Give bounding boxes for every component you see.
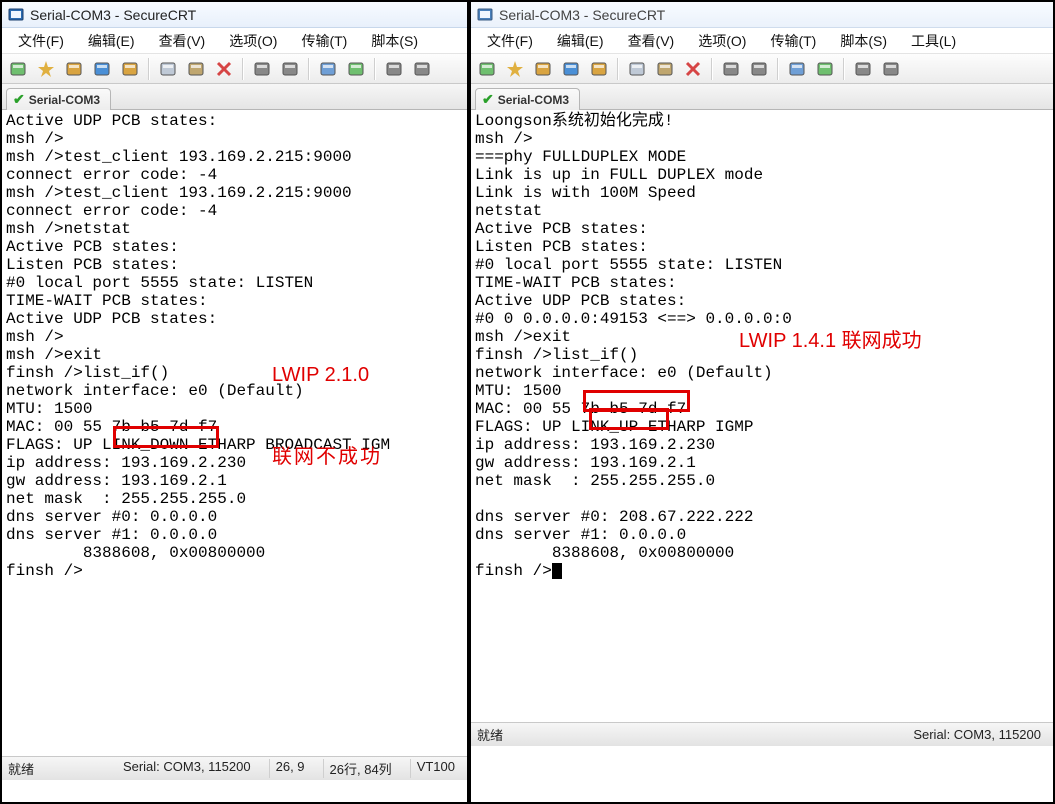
- tb-props-button[interactable]: [382, 57, 406, 81]
- status-cursor: 26, 9: [269, 759, 311, 778]
- tb-quick-button[interactable]: [34, 57, 58, 81]
- tb-paste-button[interactable]: [653, 57, 677, 81]
- tb-stop-button[interactable]: [212, 57, 236, 81]
- toolbar: [471, 54, 1053, 84]
- tb-props-button[interactable]: [851, 57, 875, 81]
- status-size: 26行, 84列: [323, 759, 398, 778]
- menu-tools[interactable]: 工具(L): [901, 29, 966, 53]
- tb-copy-button[interactable]: [625, 57, 649, 81]
- tb-props-button[interactable]: [250, 57, 274, 81]
- status-serial: Serial: COM3, 115200: [907, 727, 1047, 742]
- connected-check-icon: ✔: [13, 91, 25, 108]
- tb-open-button[interactable]: [62, 57, 86, 81]
- menu-file[interactable]: 文件(F): [8, 29, 74, 53]
- tab-serial[interactable]: ✔ Serial-COM3: [6, 88, 111, 110]
- tb-find-button[interactable]: [316, 57, 340, 81]
- tab-label: Serial-COM3: [498, 93, 569, 107]
- menubar: 文件(F) 编辑(E) 查看(V) 选项(O) 传输(T) 脚本(S) 工具(L…: [471, 28, 1053, 54]
- tb-props-button[interactable]: [719, 57, 743, 81]
- titlebar[interactable]: Serial-COM3 - SecureCRT: [2, 2, 467, 28]
- tb-find-button[interactable]: [785, 57, 809, 81]
- tb-paste-button[interactable]: [184, 57, 208, 81]
- tb-print-button[interactable]: [747, 57, 771, 81]
- menu-script[interactable]: 脚本(S): [830, 29, 897, 53]
- tab-label: Serial-COM3: [29, 93, 100, 107]
- status-ready: 就绪: [477, 725, 503, 744]
- window-left: Serial-COM3 - SecureCRT 文件(F) 编辑(E) 查看(V…: [0, 0, 469, 804]
- app-icon: [8, 7, 24, 23]
- titlebar[interactable]: Serial-COM3 - SecureCRT: [471, 2, 1053, 28]
- window-title: Serial-COM3 - SecureCRT: [30, 7, 196, 23]
- window-title: Serial-COM3 - SecureCRT: [499, 7, 665, 23]
- status-emu: VT100: [410, 759, 461, 778]
- status-serial: Serial: COM3, 115200: [117, 759, 257, 778]
- menu-file[interactable]: 文件(F): [477, 29, 543, 53]
- tb-print-button[interactable]: [278, 57, 302, 81]
- app-icon: [477, 7, 493, 23]
- menu-edit[interactable]: 编辑(E): [78, 29, 145, 53]
- menu-script[interactable]: 脚本(S): [361, 29, 428, 53]
- tabstrip: ✔ Serial-COM3: [2, 84, 467, 110]
- tb-props-button[interactable]: [879, 57, 903, 81]
- menu-options[interactable]: 选项(O): [688, 29, 756, 53]
- tb-reconnect-button[interactable]: [118, 57, 142, 81]
- tb-send-button[interactable]: [344, 57, 368, 81]
- menubar: 文件(F) 编辑(E) 查看(V) 选项(O) 传输(T) 脚本(S): [2, 28, 467, 54]
- window-right: Serial-COM3 - SecureCRT 文件(F) 编辑(E) 查看(V…: [469, 0, 1055, 804]
- terminal-output[interactable]: Active UDP PCB states: msh /> msh />test…: [2, 110, 467, 756]
- statusbar: 就绪 Serial: COM3, 115200: [471, 722, 1053, 746]
- tb-open-button[interactable]: [531, 57, 555, 81]
- tb-save-button[interactable]: [559, 57, 583, 81]
- tab-serial[interactable]: ✔ Serial-COM3: [475, 88, 580, 110]
- menu-view[interactable]: 查看(V): [618, 29, 685, 53]
- menu-transfer[interactable]: 传输(T): [291, 29, 357, 53]
- menu-edit[interactable]: 编辑(E): [547, 29, 614, 53]
- tb-send-button[interactable]: [813, 57, 837, 81]
- tb-new-button[interactable]: [6, 57, 30, 81]
- tb-stop-button[interactable]: [681, 57, 705, 81]
- status-ready: 就绪: [8, 759, 34, 778]
- tb-quick-button[interactable]: [503, 57, 527, 81]
- tb-props-button[interactable]: [410, 57, 434, 81]
- menu-view[interactable]: 查看(V): [149, 29, 216, 53]
- toolbar: [2, 54, 467, 84]
- statusbar: 就绪 Serial: COM3, 115200 26, 9 26行, 84列 V…: [2, 756, 467, 780]
- tb-save-button[interactable]: [90, 57, 114, 81]
- menu-transfer[interactable]: 传输(T): [760, 29, 826, 53]
- tabstrip: ✔ Serial-COM3: [471, 84, 1053, 110]
- tb-reconnect-button[interactable]: [587, 57, 611, 81]
- tb-new-button[interactable]: [475, 57, 499, 81]
- menu-options[interactable]: 选项(O): [219, 29, 287, 53]
- terminal-output[interactable]: Loongson系统初始化完成! msh /> ===phy FULLDUPLE…: [471, 110, 1053, 722]
- connected-check-icon: ✔: [482, 91, 494, 108]
- tb-copy-button[interactable]: [156, 57, 180, 81]
